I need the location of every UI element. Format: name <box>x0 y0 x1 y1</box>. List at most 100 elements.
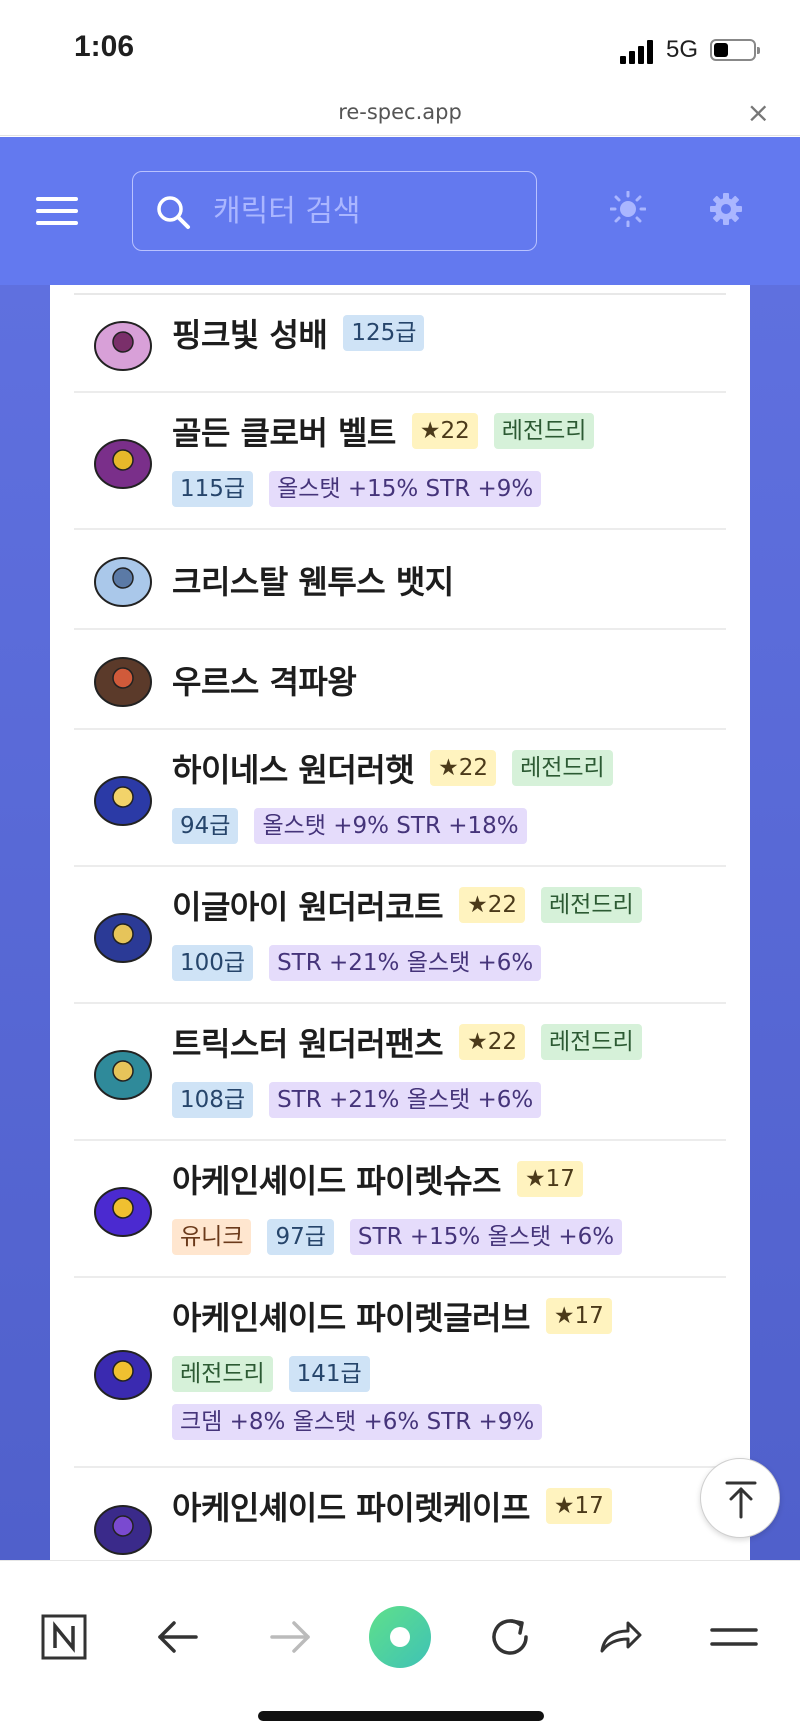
stat-badge: 크뎀 +8% 올스탯 +6% STR +9% <box>172 1404 543 1440</box>
pants-icon <box>94 1049 152 1100</box>
item-badge-row: 115급 올스탯 +15% STR +9% <box>172 469 726 509</box>
level-badge: 108급 <box>172 1082 254 1118</box>
item-name: 하이네스 원더러햇 <box>172 751 415 789</box>
star-badge: ★22 <box>459 1024 525 1060</box>
search-box[interactable] <box>132 171 537 251</box>
back-icon[interactable] <box>154 1613 202 1661</box>
item-name: 골든 클로버 벨트 <box>172 414 396 452</box>
url-text[interactable]: re-spec.app <box>0 100 800 124</box>
item-title-row: 하이네스 원더러햇 ★22 레전드리 <box>172 746 726 790</box>
status-time: 1:06 <box>74 30 135 63</box>
list-item[interactable]: 우르스 격파왕 <box>74 630 726 730</box>
search-icon <box>157 196 190 229</box>
unique-badge: 유니크 <box>172 1219 252 1255</box>
sun-icon[interactable] <box>610 191 646 227</box>
hat-icon <box>94 775 152 826</box>
list-item[interactable]: 크리스탈 웬투스 뱃지 <box>74 530 726 630</box>
glove-icon <box>94 1350 152 1400</box>
item-name: 크리스탈 웬투스 뱃지 <box>172 563 454 601</box>
golden-clover-belt-icon <box>94 438 152 489</box>
legend-badge: 레전드리 <box>172 1356 273 1392</box>
item-name: 이글아이 원더러코트 <box>172 888 444 926</box>
list-item[interactable]: 핑크빛 성배 125급 <box>74 295 726 393</box>
item-title-row: 이글아이 원더러코트 ★22 레전드리 <box>172 883 726 927</box>
star-badge: ★22 <box>459 887 525 923</box>
pink-chalice-icon <box>94 321 152 371</box>
item-title-row: 크리스탈 웬투스 뱃지 <box>172 558 726 602</box>
item-title-row: 핑크빛 성배 125급 <box>172 311 726 355</box>
item-title-row: 골든 클로버 벨트 ★22 레전드리 <box>172 409 726 453</box>
star-badge: ★17 <box>545 1298 612 1334</box>
star-badge: ★17 <box>516 1161 583 1197</box>
level-badge: 115급 <box>172 471 254 507</box>
crystal-badge-icon <box>94 557 152 607</box>
list-item[interactable]: 아케인셰이드 파이렛케이프 ★17 <box>74 1468 726 1560</box>
list-item[interactable]: 아케인셰이드 파이렛슈즈 ★17 유니크 97급 STR +15% 올스탯 +6% <box>74 1141 726 1278</box>
item-badge-row: 레전드리 141급 <box>172 1354 726 1394</box>
star-badge: ★22 <box>430 750 497 786</box>
legend-badge: 레전드리 <box>512 750 613 786</box>
close-icon[interactable]: × <box>747 96 770 129</box>
network-label: 5G <box>666 36 699 63</box>
legend-badge: 레전드리 <box>541 887 642 923</box>
item-name: 아케인셰이드 파이렛글러브 <box>172 1299 530 1337</box>
item-name: 핑크빛 성배 <box>172 316 328 354</box>
list-item[interactable]: 골든 클로버 벨트 ★22 레전드리 115급 올스탯 +15% STR +9% <box>74 393 726 530</box>
stat-badge: 올스탯 +15% STR +9% <box>269 471 542 507</box>
level-badge: 97급 <box>267 1219 334 1255</box>
status-bar: 1:06 5G <box>0 0 800 96</box>
item-badge-row: 108급 STR +21% 올스탯 +6% <box>172 1080 726 1120</box>
item-title-row: 트릭스터 원더러팬츠 ★22 레전드리 <box>172 1020 726 1064</box>
green-dot-icon[interactable] <box>368 1605 432 1669</box>
item-badge-row: 94급 올스탯 +9% STR +18% <box>172 806 726 846</box>
stat-badge: STR +15% 올스탯 +6% <box>349 1219 623 1255</box>
gear-icon[interactable] <box>708 191 744 227</box>
item-title-row: 우르스 격파왕 <box>172 658 726 702</box>
item-name: 아케인셰이드 파이렛케이프 <box>172 1489 530 1527</box>
signal-icon <box>620 38 656 64</box>
arrow-up-to-top-icon <box>725 1481 757 1519</box>
home-indicator <box>258 1711 544 1721</box>
stat-badge: STR +21% 올스탯 +6% <box>269 1082 542 1118</box>
battery-icon <box>710 39 760 61</box>
browser-url-bar[interactable]: re-spec.app × <box>0 96 800 136</box>
search-input[interactable] <box>213 190 513 232</box>
shoes-icon <box>94 1186 152 1237</box>
coat-icon <box>94 912 152 963</box>
star-badge: ★17 <box>545 1488 612 1524</box>
naver-home-icon[interactable] <box>40 1613 88 1661</box>
legend-badge: 레전드리 <box>493 413 595 449</box>
stat-badge: 올스탯 +9% STR +18% <box>254 808 527 844</box>
list-item[interactable]: 하이네스 원더러햇 ★22 레전드리 94급 올스탯 +9% STR +18% <box>74 730 726 867</box>
item-badge-row: 유니크 97급 STR +15% 올스탯 +6% <box>172 1217 726 1257</box>
list-item[interactable]: 트릭스터 원더러팬츠 ★22 레전드리 108급 STR +21% 올스탯 +6% <box>74 1004 726 1141</box>
level-badge: 141급 <box>288 1356 370 1392</box>
urus-medal-icon <box>94 657 152 707</box>
browser-toolbar <box>0 1560 800 1731</box>
legend-badge: 레전드리 <box>541 1024 642 1060</box>
item-badge-row: 100급 STR +21% 올스탯 +6% <box>172 943 726 983</box>
stat-badge: STR +21% 올스탯 +6% <box>269 945 542 981</box>
item-name: 우르스 격파왕 <box>172 663 357 701</box>
item-name: 아케인셰이드 파이렛슈즈 <box>172 1162 501 1200</box>
cape-icon <box>94 1505 152 1555</box>
list-item[interactable]: 이글아이 원더러코트 ★22 레전드리 100급 STR +21% 올스탯 +6% <box>74 867 726 1004</box>
item-title-row: 아케인셰이드 파이렛케이프 ★17 <box>172 1484 726 1528</box>
item-name: 트릭스터 원더러팬츠 <box>172 1025 444 1063</box>
share-icon[interactable] <box>596 1613 644 1661</box>
level-badge: 100급 <box>172 945 254 981</box>
list-item[interactable]: 아케인셰이드 파이렛글러브 ★17 레전드리 141급크뎀 +8% 올스탯 +6% S… <box>74 1278 726 1468</box>
app-header <box>0 137 800 285</box>
star-badge: ★22 <box>411 413 478 449</box>
reload-icon[interactable] <box>486 1613 534 1661</box>
level-badge: 125급 <box>343 315 425 351</box>
level-badge: 94급 <box>172 808 239 844</box>
menu-icon[interactable] <box>36 197 78 225</box>
item-title-row: 아케인셰이드 파이렛슈즈 ★17 <box>172 1157 726 1201</box>
item-badge-row: 크뎀 +8% 올스탯 +6% STR +9% <box>172 1402 726 1442</box>
menu-lines-icon[interactable] <box>710 1613 758 1661</box>
scroll-top-button[interactable] <box>700 1458 780 1538</box>
equipment-list: 핑크빛 성배 125급골든 클로버 벨트 ★22 레전드리 115급 올스탯 +15% S… <box>50 285 750 1560</box>
forward-icon[interactable] <box>266 1613 314 1661</box>
item-title-row: 아케인셰이드 파이렛글러브 ★17 <box>172 1294 726 1338</box>
